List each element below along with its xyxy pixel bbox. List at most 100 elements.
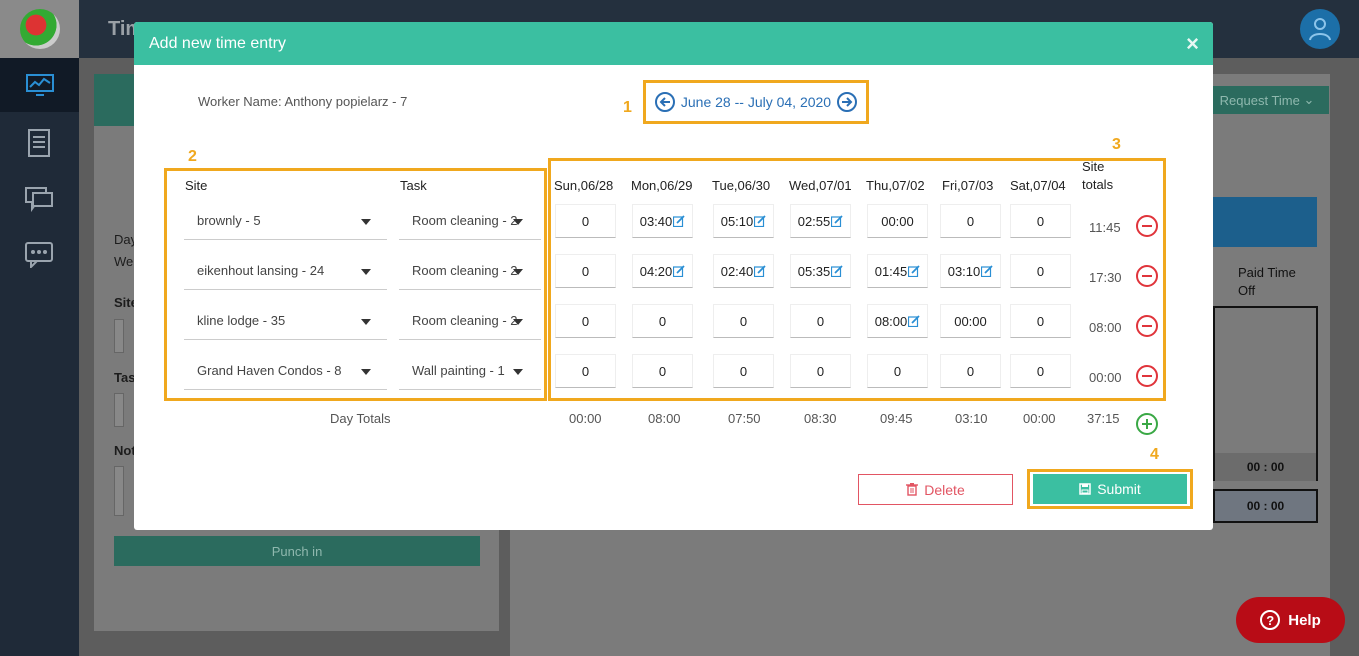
time-input-wed[interactable]: 05:35 [790, 254, 851, 288]
submit-button[interactable]: Submit [1033, 474, 1187, 504]
time-value: 0 [581, 313, 590, 329]
time-input-thu[interactable]: 0 [867, 354, 928, 388]
time-input-sat[interactable]: 0 [1010, 304, 1071, 338]
remove-row-icon[interactable] [1136, 315, 1158, 337]
time-input-tue[interactable]: 0 [713, 354, 774, 388]
time-input-tue[interactable]: 05:10 [713, 204, 774, 238]
day-header-fri: Fri,07/03 [942, 178, 994, 193]
site-total: 00:00 [1089, 370, 1122, 385]
task-value: Wall painting - 1 [412, 363, 505, 378]
time-input-mon[interactable]: 0 [632, 304, 693, 338]
time-input-sat[interactable]: 0 [1010, 254, 1071, 288]
time-value: 0 [739, 313, 748, 329]
time-value: 02:40 [720, 263, 754, 279]
day-total-sun: 00:00 [569, 411, 602, 426]
add-row-icon[interactable] [1136, 413, 1158, 435]
time-value: 08:00 [874, 313, 908, 329]
punch-in-button[interactable]: Punch in [114, 536, 480, 566]
time-value: 0 [658, 363, 667, 379]
time-input-tue[interactable]: 0 [713, 304, 774, 338]
help-button[interactable]: ? Help [1236, 597, 1345, 643]
help-label: Help [1288, 611, 1321, 629]
day-total-mon: 08:00 [648, 411, 681, 426]
edit-icon[interactable] [831, 265, 843, 277]
time-value: 0 [1036, 213, 1045, 229]
document-icon[interactable] [22, 126, 56, 160]
delete-button[interactable]: Delete [858, 474, 1013, 505]
task-select[interactable]: Wall painting - 1 [399, 352, 541, 390]
edit-icon[interactable] [754, 265, 766, 277]
time-input-wed[interactable]: 02:55 [790, 204, 851, 238]
bg-notes-input[interactable] [114, 466, 124, 516]
edit-icon[interactable] [673, 215, 685, 227]
time-input-mon[interactable]: 04:20 [632, 254, 693, 288]
time-input-fri[interactable]: 0 [940, 354, 1001, 388]
site-column-header: Site [185, 178, 208, 193]
prev-week-icon[interactable] [654, 92, 675, 112]
bg-total-value: 00 : 00 [1215, 453, 1316, 481]
request-time-button[interactable]: Request Time ⌄ [1205, 86, 1329, 114]
time-input-thu[interactable]: 00:00 [867, 204, 928, 238]
day-header-tue: Tue,06/30 [712, 178, 771, 193]
time-input-wed[interactable]: 0 [790, 354, 851, 388]
user-avatar[interactable] [1300, 9, 1340, 49]
task-select[interactable]: Room cleaning - 2 [399, 202, 541, 240]
time-value: 0 [739, 363, 748, 379]
edit-icon[interactable] [831, 215, 843, 227]
chat-icon[interactable] [22, 183, 56, 217]
add-time-entry-modal: Add new time entry × Worker Name: Anthon… [134, 22, 1213, 530]
grand-total: 37:15 [1087, 411, 1120, 426]
bg-task-input[interactable] [114, 393, 124, 427]
site-select[interactable]: brownly - 5 [184, 202, 387, 240]
save-icon [1079, 483, 1091, 495]
site-totals-header: Site totals [1082, 159, 1114, 192]
task-select[interactable]: Room cleaning - 2 [399, 252, 541, 290]
time-input-fri[interactable]: 0 [940, 204, 1001, 238]
time-value: 0 [581, 363, 590, 379]
app-logo[interactable] [0, 0, 79, 58]
time-input-tue[interactable]: 02:40 [713, 254, 774, 288]
edit-icon[interactable] [981, 265, 993, 277]
time-input-sun[interactable]: 0 [555, 204, 616, 238]
dashboard-icon[interactable] [0, 58, 79, 112]
time-input-sun[interactable]: 0 [555, 254, 616, 288]
remove-row-icon[interactable] [1136, 365, 1158, 387]
time-input-thu[interactable]: 08:00 [867, 304, 928, 338]
time-input-sat[interactable]: 0 [1010, 204, 1071, 238]
edit-icon[interactable] [673, 265, 685, 277]
time-input-sun[interactable]: 0 [555, 354, 616, 388]
edit-icon[interactable] [754, 215, 766, 227]
edit-icon[interactable] [908, 315, 920, 327]
task-value: Room cleaning - 2 [412, 263, 518, 278]
message-icon[interactable] [22, 238, 56, 272]
time-input-mon[interactable]: 03:40 [632, 204, 693, 238]
edit-icon[interactable] [908, 265, 920, 277]
time-value: 0 [1036, 313, 1045, 329]
time-input-fri[interactable]: 00:00 [940, 304, 1001, 338]
site-select[interactable]: eikenhout lansing - 24 [184, 252, 387, 290]
time-input-sun[interactable]: 0 [555, 304, 616, 338]
close-icon[interactable]: × [1186, 31, 1199, 57]
remove-row-icon[interactable] [1136, 265, 1158, 287]
site-value: brownly - 5 [197, 213, 261, 228]
bg-week-bar [1213, 197, 1317, 247]
remove-row-icon[interactable] [1136, 215, 1158, 237]
time-input-wed[interactable]: 0 [790, 304, 851, 338]
caret-down-icon [361, 319, 371, 325]
time-input-thu[interactable]: 01:45 [867, 254, 928, 288]
bg-notes-label: Not [114, 443, 136, 458]
caret-down-icon [361, 219, 371, 225]
time-value: 04:20 [639, 263, 673, 279]
time-input-sat[interactable]: 0 [1010, 354, 1071, 388]
time-input-mon[interactable]: 0 [632, 354, 693, 388]
site-select[interactable]: kline lodge - 35 [184, 302, 387, 340]
week-range: June 28 -- July 04, 2020 [680, 94, 832, 110]
submit-label: Submit [1097, 481, 1141, 497]
callout-3: 3 [1112, 136, 1121, 153]
site-select[interactable]: Grand Haven Condos - 8 [184, 352, 387, 390]
time-input-fri[interactable]: 03:10 [940, 254, 1001, 288]
delete-label: Delete [924, 481, 965, 498]
task-select[interactable]: Room cleaning - 2 [399, 302, 541, 340]
bg-site-input[interactable] [114, 319, 124, 353]
next-week-icon[interactable] [837, 92, 858, 112]
